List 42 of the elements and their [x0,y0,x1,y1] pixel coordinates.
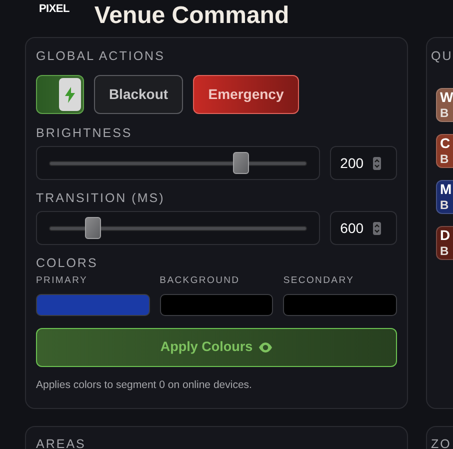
apply-colours-button[interactable]: Apply Colours [36,328,397,367]
card-title: C [440,135,452,152]
power-toggle[interactable] [36,75,84,114]
slider-thumb[interactable] [233,152,250,174]
slider[interactable] [49,217,308,239]
card-subtitle: B [440,152,450,167]
slider[interactable] [49,152,308,174]
number-field[interactable]: 600 [330,211,397,245]
section-heading: AREAS [36,437,87,449]
card-title: W [440,89,453,106]
quick-card[interactable]: W B [436,88,453,122]
card-subtitle: B [440,198,450,213]
section-heading: ZO [431,437,452,449]
card-title: M [440,181,453,198]
logo-text: PIXEL [39,4,70,15]
slider-thumb[interactable] [85,217,102,239]
color-swatch[interactable] [160,294,274,316]
color-label: BACKGROUND [160,276,241,286]
help-text: Applies colors to segment 0 on online devices. [36,378,253,393]
action-button[interactable]: Emergency [193,75,299,114]
lightning-icon [65,86,75,102]
section-heading: QU [431,49,453,63]
card-subtitle: B [440,244,450,259]
section-heading: BRIGHTNESS [36,126,134,140]
card-subtitle: B [440,106,450,121]
page-title: Venue Command [94,2,290,30]
number-field[interactable]: 200 [330,146,397,180]
section-heading: COLORS [36,256,99,270]
card-title: D [440,227,452,244]
color-swatch[interactable] [36,294,150,316]
stepper-icon[interactable] [372,156,381,170]
action-button[interactable]: Blackout [94,75,183,114]
color-label: SECONDARY [283,276,356,286]
stepper-icon[interactable] [372,222,381,234]
quick-card[interactable]: C B [436,134,453,168]
color-label: PRIMARY [36,276,89,286]
eye-icon [258,342,273,353]
section-heading: GLOBAL ACTIONS [36,49,166,63]
section-heading: TRANSITION (MS) [36,191,166,205]
quick-card[interactable]: M B [436,180,453,214]
color-swatch[interactable] [283,294,397,316]
quick-card[interactable]: D B [436,226,453,260]
